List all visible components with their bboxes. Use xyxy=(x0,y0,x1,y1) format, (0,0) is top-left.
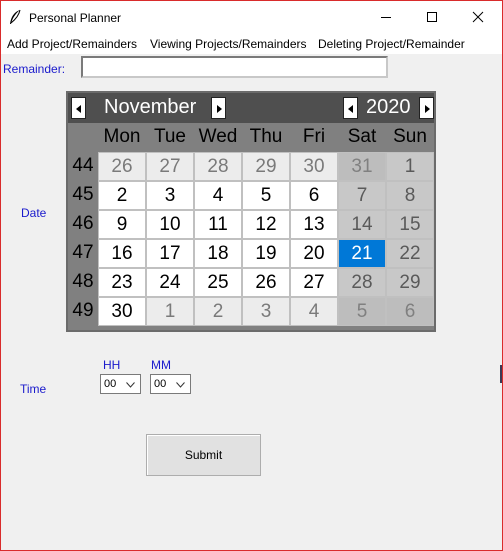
calendar-day[interactable]: 3 xyxy=(242,297,290,326)
calendar-day[interactable]: 4 xyxy=(290,297,338,326)
calendar-day[interactable]: 18 xyxy=(194,239,242,268)
calendar-day[interactable]: 28 xyxy=(338,268,386,297)
chevron-left-icon xyxy=(76,105,81,113)
chevron-down-icon xyxy=(176,382,185,388)
calendar-day-selected[interactable]: 21 xyxy=(338,239,386,268)
calendar-day[interactable]: 14 xyxy=(338,210,386,239)
weekday-header: Tue xyxy=(146,123,194,152)
chevron-down-icon xyxy=(126,382,135,388)
time-label: Time xyxy=(20,382,47,396)
hour-select[interactable]: 00 xyxy=(100,374,141,394)
calendar-day[interactable]: 12 xyxy=(242,210,290,239)
next-month-button[interactable] xyxy=(211,97,226,119)
calendar-day[interactable]: 17 xyxy=(146,239,194,268)
minute-label: MM xyxy=(151,358,171,372)
title-bar[interactable]: Personal Planner xyxy=(1,1,502,33)
calendar-day[interactable]: 29 xyxy=(386,268,434,297)
week-number: 44 xyxy=(68,152,98,181)
calendar-day[interactable]: 23 xyxy=(98,268,146,297)
maximize-icon xyxy=(427,12,437,22)
calendar-day[interactable]: 1 xyxy=(146,297,194,326)
calendar-day[interactable]: 13 xyxy=(290,210,338,239)
close-icon xyxy=(472,11,484,23)
reminder-label: Remainder: xyxy=(3,62,66,76)
calendar-day[interactable]: 2 xyxy=(194,297,242,326)
calendar-day[interactable]: 16 xyxy=(98,239,146,268)
calendar-day[interactable]: 15 xyxy=(386,210,434,239)
calendar-day[interactable]: 24 xyxy=(146,268,194,297)
minimize-icon xyxy=(381,17,391,18)
app-window: Personal Planner Add Project/Remainders … xyxy=(0,0,503,551)
calendar-day[interactable]: 22 xyxy=(386,239,434,268)
calendar-day[interactable]: 2 xyxy=(98,181,146,210)
date-label: Date xyxy=(21,206,47,220)
prev-month-button[interactable] xyxy=(71,97,86,119)
close-button[interactable] xyxy=(455,1,501,33)
calendar-day[interactable]: 29 xyxy=(242,152,290,181)
calendar-day[interactable]: 11 xyxy=(194,210,242,239)
week-number: 49 xyxy=(68,297,98,326)
weekday-header: Thu xyxy=(242,123,290,152)
calendar-day[interactable]: 4 xyxy=(194,181,242,210)
week-number: 46 xyxy=(68,210,98,239)
prev-year-button[interactable] xyxy=(343,97,358,119)
calendar-day[interactable]: 27 xyxy=(290,268,338,297)
calendar-day[interactable]: 6 xyxy=(290,181,338,210)
calendar-day[interactable]: 7 xyxy=(338,181,386,210)
calendar-day[interactable]: 5 xyxy=(338,297,386,326)
week-number: 45 xyxy=(68,181,98,210)
calendar-header: November 2020 xyxy=(68,93,434,123)
window-title: Personal Planner xyxy=(29,11,122,25)
calendar-day[interactable]: 27 xyxy=(146,152,194,181)
calendar-day[interactable]: 31 xyxy=(338,152,386,181)
menu-view-projects[interactable]: Viewing Projects/Remainders xyxy=(150,37,307,51)
minute-select[interactable]: 00 xyxy=(150,374,191,394)
weekday-header: Wed xyxy=(194,123,242,152)
calendar-day[interactable]: 1 xyxy=(386,152,434,181)
minute-value: 00 xyxy=(154,378,167,390)
minimize-button[interactable] xyxy=(363,1,409,33)
weekday-header: Mon xyxy=(98,123,146,152)
calendar-day[interactable]: 26 xyxy=(98,152,146,181)
calendar-corner xyxy=(68,123,98,152)
chevron-right-icon xyxy=(425,105,430,113)
calendar-day[interactable]: 19 xyxy=(242,239,290,268)
calendar-month: November xyxy=(104,96,197,118)
chevron-left-icon xyxy=(348,105,353,113)
calendar-day[interactable]: 5 xyxy=(242,181,290,210)
calendar-day[interactable]: 10 xyxy=(146,210,194,239)
maximize-button[interactable] xyxy=(409,1,455,33)
date-calendar: November 2020 Mon Tue Wed Thu Fri Sat Sun 44 26 2… xyxy=(66,91,436,332)
calendar-day[interactable]: 28 xyxy=(194,152,242,181)
calendar-day[interactable]: 8 xyxy=(386,181,434,210)
reminder-input[interactable] xyxy=(81,56,388,78)
calendar-grid: Mon Tue Wed Thu Fri Sat Sun 44 26 27 28 29 30 31 1 45 2 3… xyxy=(68,123,434,330)
menu-delete-project[interactable]: Deleting Project/Remainder xyxy=(318,37,465,51)
calendar-day[interactable]: 30 xyxy=(98,297,146,326)
hour-value: 00 xyxy=(104,378,117,390)
weekday-header: Fri xyxy=(290,123,338,152)
calendar-day[interactable]: 26 xyxy=(242,268,290,297)
week-number: 47 xyxy=(68,239,98,268)
menu-add-project[interactable]: Add Project/Remainders xyxy=(7,37,137,51)
weekday-header: Sun xyxy=(386,123,434,152)
calendar-day[interactable]: 3 xyxy=(146,181,194,210)
menu-bar: Add Project/Remainders Viewing Projects/… xyxy=(1,33,502,54)
week-number: 48 xyxy=(68,268,98,297)
chevron-right-icon xyxy=(217,105,222,113)
calendar-day[interactable]: 9 xyxy=(98,210,146,239)
submit-button[interactable]: Submit xyxy=(146,434,261,476)
feather-icon xyxy=(10,9,21,24)
edge-marker xyxy=(500,365,502,383)
calendar-day[interactable]: 25 xyxy=(194,268,242,297)
calendar-year: 2020 xyxy=(366,96,411,118)
hour-label: HH xyxy=(103,358,121,372)
weekday-header: Sat xyxy=(338,123,386,152)
calendar-day[interactable]: 30 xyxy=(290,152,338,181)
next-year-button[interactable] xyxy=(419,97,434,119)
calendar-day[interactable]: 6 xyxy=(386,297,434,326)
calendar-day[interactable]: 20 xyxy=(290,239,338,268)
